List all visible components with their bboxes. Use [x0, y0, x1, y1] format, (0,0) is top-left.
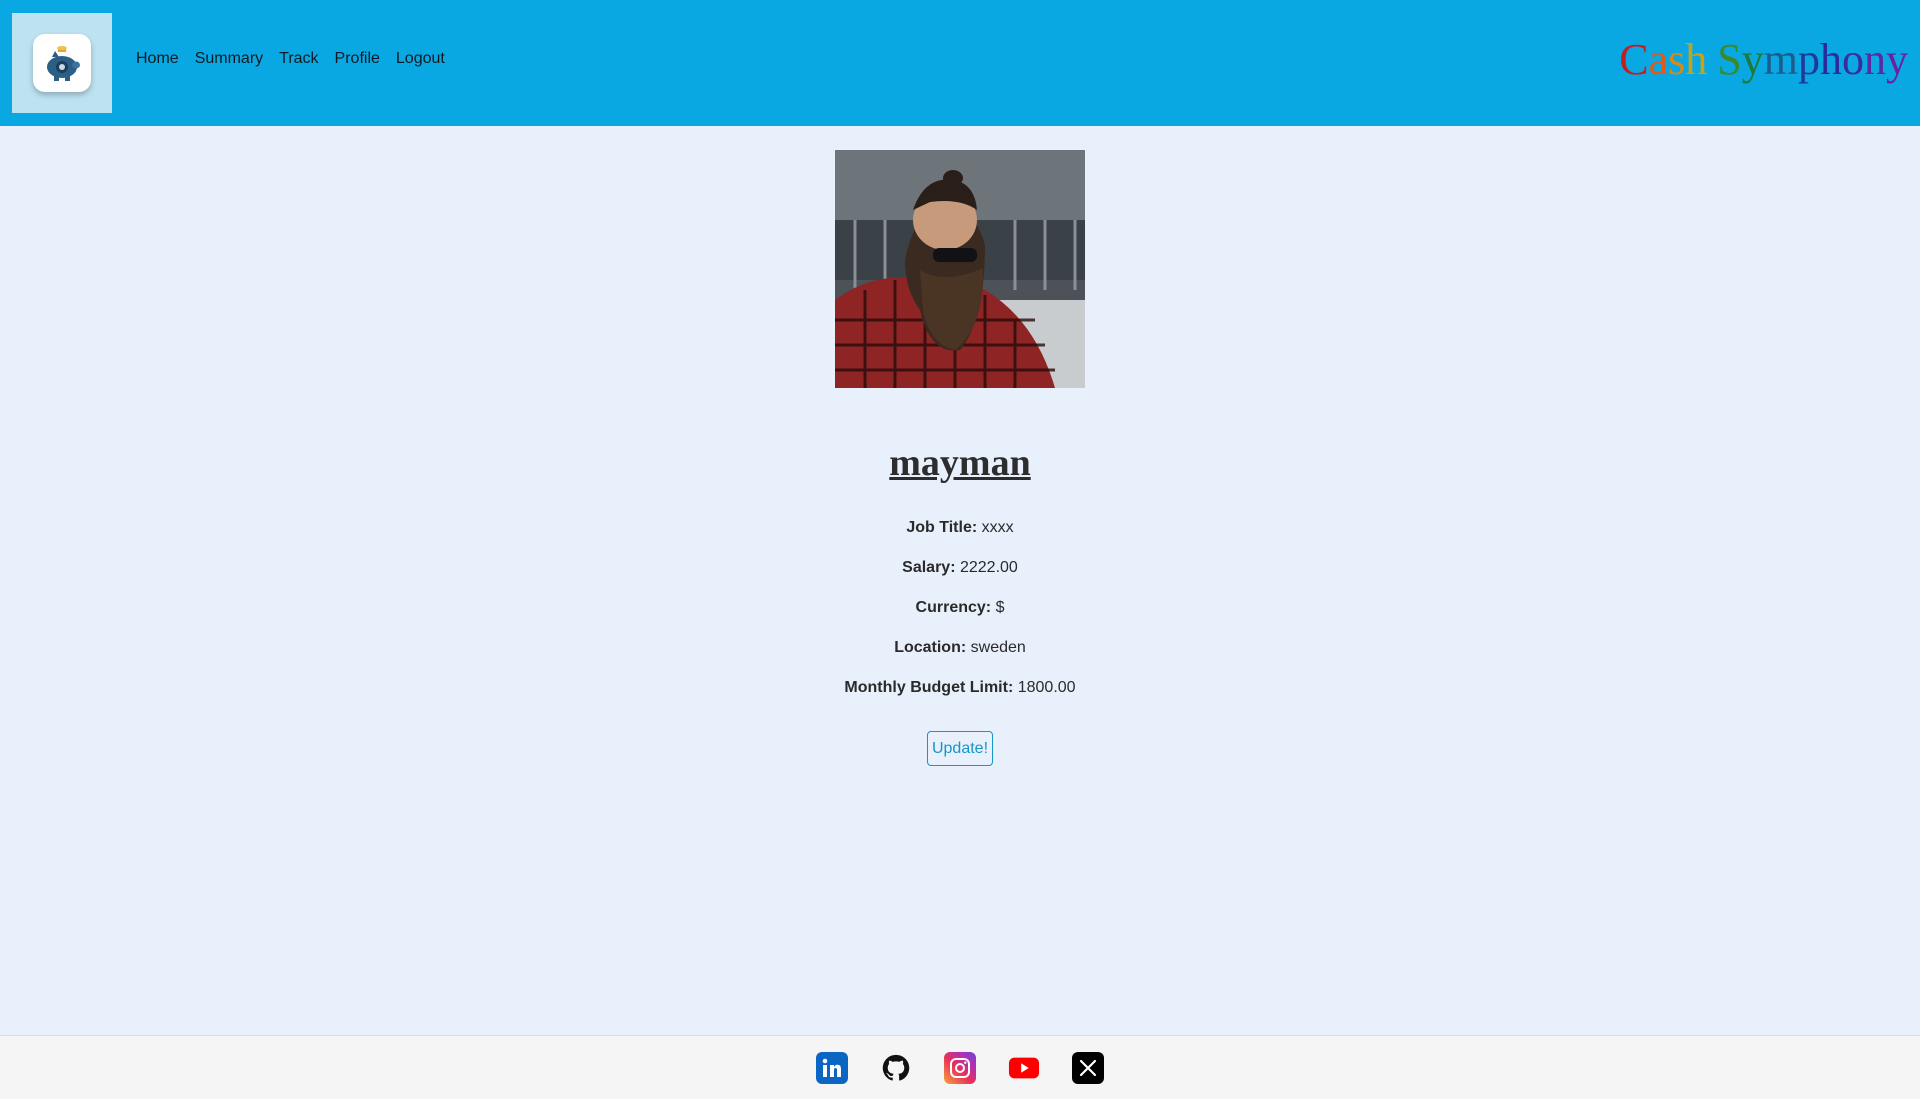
- budget-limit-label: Monthly Budget Limit:: [844, 679, 1014, 696]
- linkedin-icon[interactable]: [816, 1051, 848, 1084]
- profile-photo: [835, 150, 1085, 388]
- location-row: Location: sweden: [0, 638, 1920, 678]
- job-title-label: Job Title:: [906, 519, 978, 536]
- currency-row: Currency: $: [0, 598, 1920, 638]
- github-icon[interactable]: [880, 1052, 912, 1084]
- brand-letter: n: [1864, 35, 1886, 84]
- nav-summary-link[interactable]: Summary: [195, 50, 263, 68]
- brand-letter: o: [1842, 35, 1864, 84]
- brand-letter: p: [1798, 35, 1820, 84]
- navbar: Home Summary Track Profile Logout Cash S…: [0, 0, 1920, 126]
- username-heading: mayman: [889, 442, 1031, 484]
- location-value: sweden: [970, 639, 1026, 656]
- currency-value: $: [995, 599, 1005, 616]
- instagram-icon[interactable]: [944, 1051, 976, 1084]
- nav-home-link[interactable]: Home: [136, 50, 179, 68]
- nav-logout-link[interactable]: Logout: [396, 50, 445, 68]
- salary-value: 2222.00: [959, 559, 1018, 576]
- budget-limit-value: 1800.00: [1017, 679, 1076, 696]
- location-label: Location:: [894, 639, 967, 656]
- x-icon[interactable]: [1072, 1051, 1104, 1084]
- salary-row: Salary: 2222.00: [0, 558, 1920, 598]
- brand-letter: S: [1717, 35, 1742, 84]
- currency-label: Currency:: [915, 599, 992, 616]
- job-title-row: Job Title: xxxx: [0, 518, 1920, 558]
- salary-label: Salary:: [902, 559, 956, 576]
- logo[interactable]: [12, 13, 112, 113]
- update-button[interactable]: Update!: [927, 731, 993, 766]
- brand-title: Cash Symphony: [1619, 34, 1908, 85]
- profile-info-list: Job Title: xxxx Salary: 2222.00 Currency…: [0, 518, 1920, 718]
- brand-letter: y: [1886, 35, 1908, 84]
- brand-letter: a: [1648, 35, 1669, 84]
- piggy-bank-icon: [33, 34, 91, 92]
- nav-profile-link[interactable]: Profile: [335, 50, 380, 68]
- brand-letter: h: [1685, 35, 1708, 84]
- brand-letter: h: [1820, 35, 1842, 84]
- nav-track-link[interactable]: Track: [279, 50, 318, 68]
- brand-letter: s: [1668, 35, 1686, 84]
- brand-letter: y: [1741, 35, 1764, 84]
- nav-links: Home Summary Track Profile Logout: [136, 50, 445, 68]
- youtube-icon[interactable]: [1008, 1052, 1040, 1084]
- job-title-value: xxxx: [981, 519, 1014, 536]
- budget-limit-row: Monthly Budget Limit: 1800.00: [0, 678, 1920, 718]
- brand-letter: m: [1763, 35, 1798, 84]
- footer: [0, 1035, 1920, 1099]
- brand-letter: C: [1619, 35, 1649, 84]
